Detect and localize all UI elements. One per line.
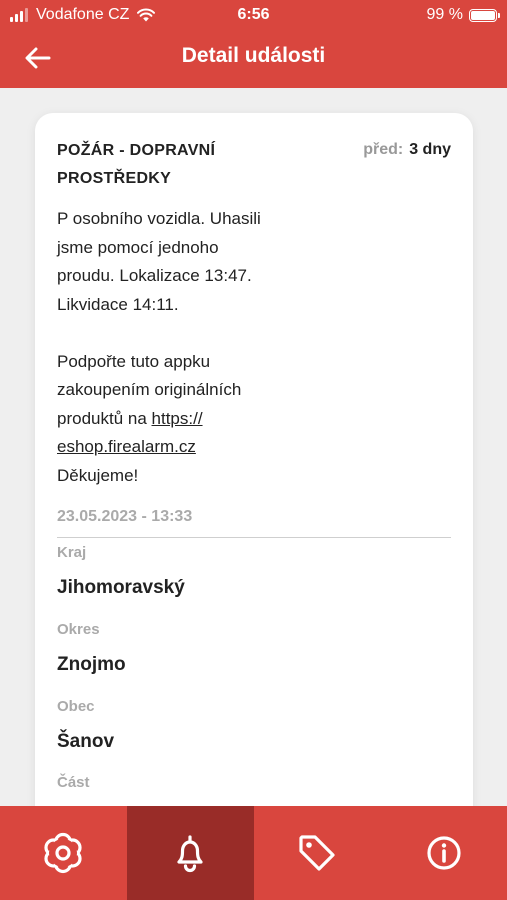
field-label-okres: Okres bbox=[57, 621, 100, 638]
battery-icon bbox=[469, 8, 500, 22]
promo-thanks: Děkujeme! bbox=[57, 465, 139, 485]
description-line: P osobního vozidla. Uhasili bbox=[57, 209, 261, 228]
field-label-obec: Obec bbox=[57, 698, 95, 715]
nav-info[interactable] bbox=[380, 806, 507, 900]
field-value-okres: Znojmo bbox=[57, 654, 126, 675]
settings-icon bbox=[44, 832, 82, 874]
event-title: POŽÁR - DOPRAVNÍ PROSTŘEDKY bbox=[57, 142, 216, 187]
header-bar: Vodafone CZ 6:56 99 % Detail události bbox=[0, 0, 507, 88]
eshop-link[interactable]: https:// bbox=[152, 409, 203, 428]
event-description: P osobního vozidla. Uhasili jsme pomocí … bbox=[57, 205, 287, 490]
nav-settings[interactable] bbox=[0, 806, 127, 900]
divider bbox=[57, 537, 451, 538]
nav-notifications[interactable] bbox=[126, 806, 254, 900]
promo-line: Podpořte tuto appku bbox=[57, 351, 211, 371]
event-age-label: před: bbox=[363, 141, 404, 158]
field-label-cast: Část bbox=[57, 774, 90, 791]
promo-line: zakoupením originálních bbox=[57, 380, 242, 399]
tag-icon bbox=[299, 835, 335, 871]
bottom-nav bbox=[0, 806, 507, 900]
description-line: jsme pomocí jednoho bbox=[57, 237, 219, 257]
event-date: 23.05.2023 - 13:33 bbox=[57, 508, 193, 525]
page-title: Detail události bbox=[181, 44, 326, 67]
field-value-obec: Šanov bbox=[57, 731, 115, 752]
promo-line: produktů na bbox=[57, 408, 152, 428]
description-line: Likvidace 14:11. bbox=[57, 294, 179, 314]
event-detail-card: POŽÁR - DOPRAVNÍ PROSTŘEDKY před: 3 dny P… bbox=[35, 113, 473, 833]
eshop-link[interactable]: eshop.firealarm.cz bbox=[57, 437, 196, 456]
nav-shop[interactable] bbox=[254, 806, 381, 900]
description-line: proudu. Lokalizace 13:47. bbox=[57, 266, 252, 285]
status-bar: Vodafone CZ 6:56 99 % bbox=[0, 0, 507, 32]
info-icon bbox=[427, 836, 461, 870]
battery-percentage: 99 % bbox=[426, 6, 463, 23]
field-value-kraj: Jihomoravský bbox=[57, 577, 185, 598]
event-age: před: 3 dny bbox=[363, 141, 451, 159]
bell-icon bbox=[177, 835, 203, 873]
field-label-kraj: Kraj bbox=[57, 544, 87, 561]
event-age-value: 3 dny bbox=[409, 141, 451, 158]
